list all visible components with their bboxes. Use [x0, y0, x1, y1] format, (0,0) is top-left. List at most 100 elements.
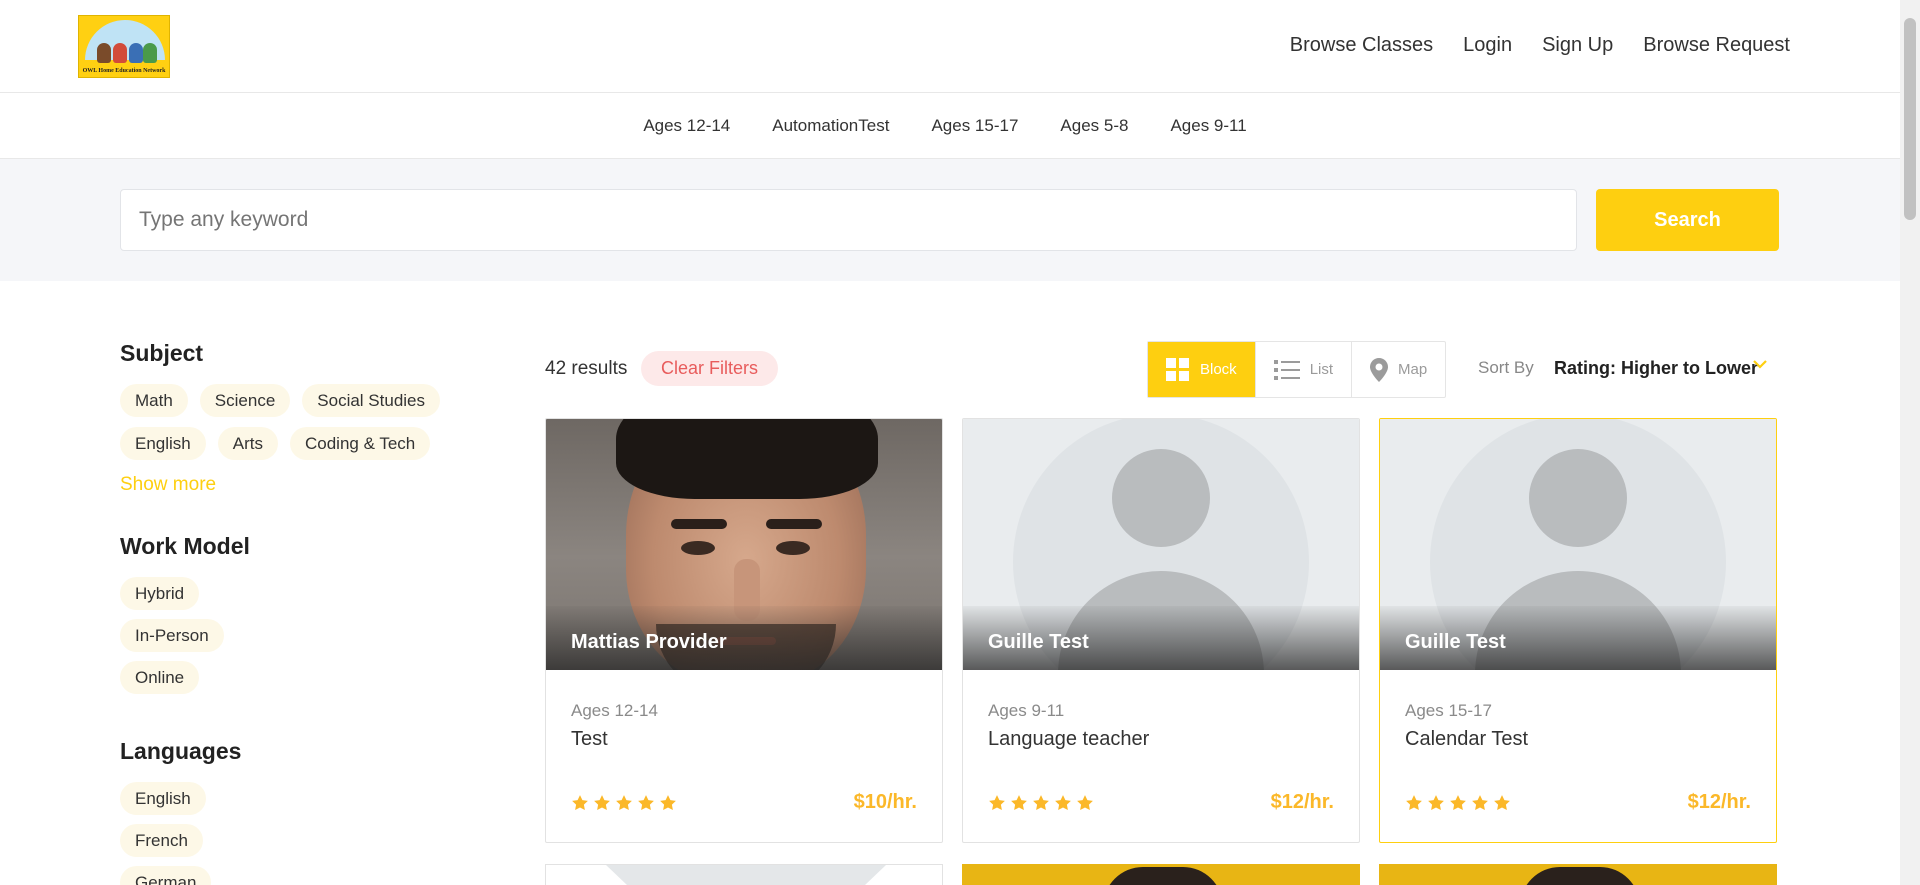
card-price: $12/hr.	[1687, 791, 1751, 813]
filter-chip[interactable]: Coding & Tech	[290, 427, 431, 460]
star-icon	[1055, 795, 1071, 811]
filter-sidebar: Subject Math Science Social Studies Engl…	[120, 340, 480, 885]
category-link[interactable]: AutomationTest	[772, 116, 889, 136]
chevron-down-icon[interactable]	[1753, 359, 1767, 369]
search-input[interactable]	[120, 189, 1577, 251]
view-label: Map	[1398, 361, 1428, 378]
page: OWL Home Education Network Browse Classe…	[0, 0, 1920, 885]
class-card[interactable]: Mattias Provider Ages 12-14 Test $10/hr.	[545, 418, 943, 843]
sort-select[interactable]: Rating: Higher to Lower	[1554, 358, 1758, 379]
class-card[interactable]: Guille Test Ages 9-11 Language teacher $…	[962, 418, 1360, 843]
provider-photo: Mattias Provider	[546, 419, 942, 670]
star-icon	[572, 795, 588, 811]
star-icon	[1077, 795, 1093, 811]
filter-chip[interactable]: Math	[120, 384, 188, 417]
nav-browse-classes[interactable]: Browse Classes	[1290, 34, 1433, 57]
nav-login[interactable]: Login	[1463, 34, 1512, 57]
filter-chip[interactable]: In-Person	[120, 619, 224, 652]
view-block-button[interactable]: Block	[1148, 342, 1256, 397]
main-nav: Browse Classes Login Sign Up Browse Requ…	[1290, 34, 1790, 57]
star-icon	[594, 795, 610, 811]
logo-figure	[129, 43, 143, 63]
star-icon	[616, 795, 632, 811]
star-icon	[1033, 795, 1049, 811]
star-icon	[989, 795, 1005, 811]
work-model-chips: Hybrid In-Person Online	[120, 577, 460, 694]
star-icon	[1450, 795, 1466, 811]
filter-chip[interactable]: French	[120, 824, 203, 857]
avatar-head	[1112, 449, 1210, 547]
avatar-head	[1529, 449, 1627, 547]
filter-chip[interactable]: German	[120, 866, 212, 885]
logo-figure	[97, 43, 111, 63]
search-band: Search	[0, 159, 1900, 281]
filter-chip[interactable]: Science	[199, 384, 291, 417]
rating-stars	[571, 794, 677, 812]
work-model-section: Work Model Hybrid In-Person Online	[120, 533, 460, 694]
photo-eye	[681, 541, 715, 555]
map-pin-icon	[1370, 357, 1389, 382]
logo-figure	[143, 43, 157, 63]
filter-chip[interactable]: Online	[120, 661, 200, 694]
filter-chip[interactable]: Hybrid	[120, 577, 200, 610]
languages-section: Languages English French German	[120, 738, 460, 885]
card-title[interactable]: Calendar Test	[1405, 728, 1528, 751]
nav-sign-up[interactable]: Sign Up	[1542, 34, 1613, 57]
class-card-partial[interactable]	[1379, 864, 1777, 885]
view-label: Block	[1200, 361, 1237, 378]
star-icon	[1406, 795, 1422, 811]
card-age: Ages 15-17	[1405, 701, 1492, 720]
list-icon	[1273, 359, 1300, 380]
provider-name: Guille Test	[1405, 631, 1506, 653]
photo-brow	[766, 519, 822, 529]
card-title[interactable]: Test	[571, 728, 608, 751]
filter-chip[interactable]: English	[120, 427, 206, 460]
avatar-placeholder-icon	[606, 865, 886, 885]
star-icon	[1472, 795, 1488, 811]
category-link[interactable]: Ages 15-17	[931, 116, 1018, 136]
class-card-partial[interactable]	[962, 864, 1360, 885]
scrollbar-thumb[interactable]	[1904, 18, 1916, 220]
category-link[interactable]: Ages 5-8	[1060, 116, 1128, 136]
provider-photo: Guille Test	[1380, 419, 1776, 670]
filter-chip[interactable]: Social Studies	[302, 384, 441, 417]
view-map-button[interactable]: Map	[1352, 342, 1445, 397]
view-label: List	[1309, 361, 1334, 378]
card-age: Ages 9-11	[988, 701, 1065, 720]
photo-eye	[776, 541, 810, 555]
results-toolbar: 42 results Clear Filters Block List Map …	[545, 340, 1780, 398]
search-button[interactable]: Search	[1596, 189, 1779, 251]
provider-photo: Guille Test	[963, 419, 1359, 670]
category-bar: Ages 12-14 AutomationTest Ages 15-17 Age…	[0, 94, 1900, 159]
filter-chip[interactable]: English	[120, 782, 206, 815]
logo-figure	[113, 43, 127, 63]
view-toggle: Block List Map	[1147, 341, 1447, 398]
sort-label: Sort By	[1478, 358, 1534, 377]
star-icon	[638, 795, 654, 811]
page-scrollbar[interactable]	[1900, 0, 1920, 885]
star-icon	[1011, 795, 1027, 811]
category-link[interactable]: Ages 9-11	[1170, 116, 1246, 136]
filter-chip[interactable]: Arts	[217, 427, 278, 460]
view-list-button[interactable]: List	[1256, 342, 1353, 397]
language-chips: English French German	[120, 782, 460, 885]
provider-name: Mattias Provider	[571, 631, 727, 653]
clear-filters-button[interactable]: Clear Filters	[641, 351, 779, 386]
class-card-partial[interactable]	[545, 864, 943, 885]
logo-caption: OWL Home Education Network	[82, 68, 166, 74]
site-logo[interactable]: OWL Home Education Network	[78, 15, 170, 78]
nav-browse-request[interactable]: Browse Request	[1643, 34, 1790, 57]
star-icon	[660, 795, 676, 811]
rating-stars	[988, 794, 1094, 812]
provider-name: Guille Test	[988, 631, 1089, 653]
show-more-link[interactable]: Show more	[120, 474, 480, 498]
photo-brow	[671, 519, 727, 529]
card-price: $10/hr.	[853, 791, 917, 813]
class-card[interactable]: Guille Test Ages 15-17 Calendar Test $12…	[1379, 418, 1777, 843]
photo-hair	[1520, 867, 1640, 885]
rating-stars	[1405, 794, 1511, 812]
card-title[interactable]: Language teacher	[988, 728, 1149, 751]
category-link[interactable]: Ages 12-14	[643, 116, 730, 136]
site-header: OWL Home Education Network Browse Classe…	[0, 0, 1900, 93]
subject-chips: Math Science Social Studies English Arts…	[120, 384, 460, 460]
